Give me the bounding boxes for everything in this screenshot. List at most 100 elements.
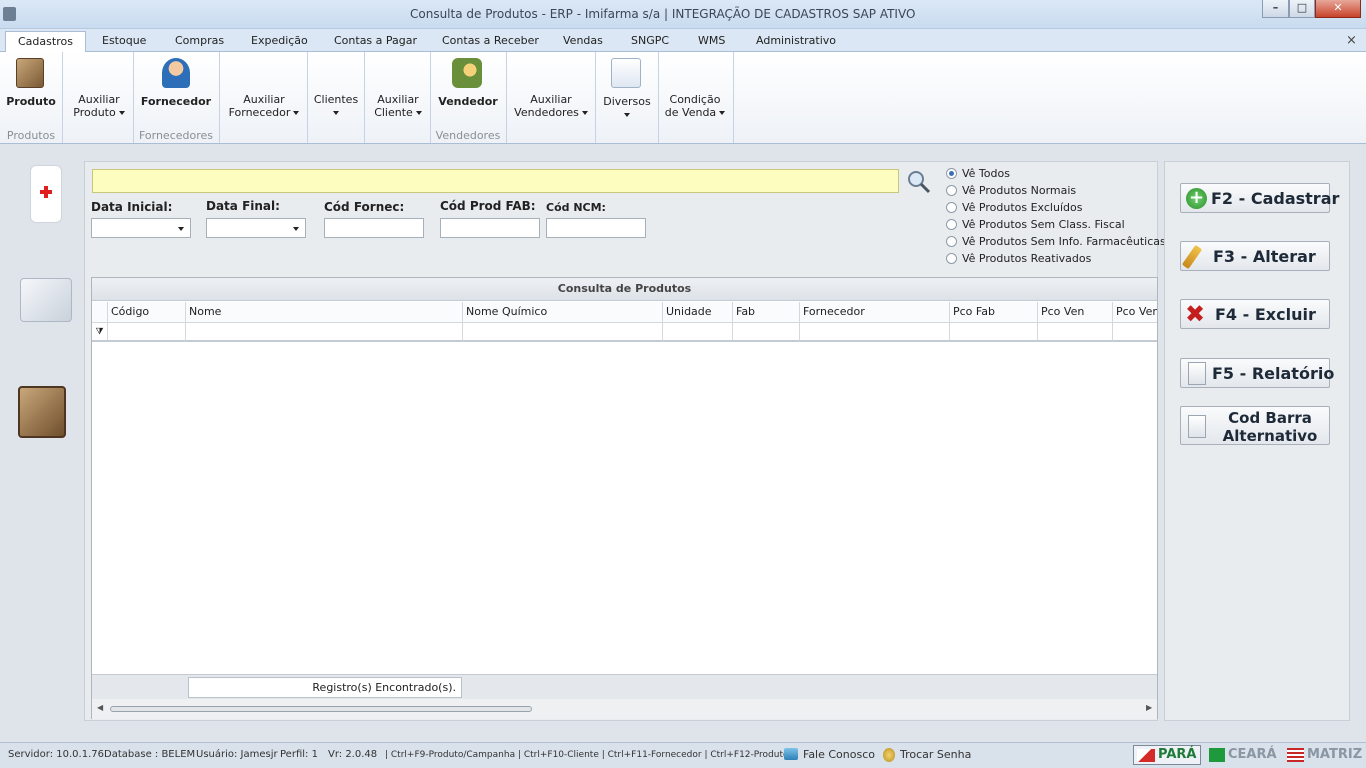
salesperson-icon (452, 58, 482, 88)
filter-cell-nome[interactable] (186, 322, 463, 342)
column-header-pco-venda[interactable]: Pco Venda (1113, 302, 1157, 322)
left-sidebar (0, 150, 82, 740)
tab-cadastros[interactable]: Cadastros (5, 31, 86, 52)
auxiliar-produto-button[interactable]: Auxiliar Produto (68, 93, 130, 119)
search-input[interactable] (92, 169, 899, 193)
filter-cell-codigo[interactable] (108, 322, 186, 342)
radio-ve-produtos-sem-class-fiscal[interactable]: Vê Produtos Sem Class. Fiscal (946, 218, 1125, 231)
chevron-down-icon (415, 111, 422, 115)
grid-footer: Registro(s) Encontrado(s). (92, 674, 1157, 699)
cod-barra-alternativo-button[interactable]: Cod Barra Alternativo (1180, 406, 1330, 445)
tab-expedicao[interactable]: Expedição (251, 31, 308, 52)
auxiliar-vendedores-label-1: Auxiliar (530, 93, 572, 106)
auxiliar-vendedores-button[interactable]: Auxiliar Vendedores (510, 93, 592, 119)
column-header-pco-ven[interactable]: Pco Ven (1038, 302, 1113, 322)
relatorio-button[interactable]: F5 - Relatório (1180, 358, 1334, 388)
scroll-left-icon[interactable]: ◀ (97, 703, 103, 712)
cadastrar-button[interactable]: + F2 - Cadastrar (1180, 183, 1339, 213)
para-flag-icon (1137, 749, 1155, 762)
produto-button[interactable]: Produto (4, 54, 58, 112)
grid-title: Consulta de Produtos (92, 278, 1157, 301)
radio-unchecked-icon (946, 219, 957, 230)
row-indicator-header (92, 302, 108, 322)
chevron-down-icon (118, 111, 125, 115)
tab-sngpc[interactable]: SNGPC (631, 31, 669, 52)
cod-barra-label-2: Alternativo (1222, 427, 1318, 445)
search-icon[interactable] (907, 170, 931, 194)
column-header-fab[interactable]: Fab (733, 302, 800, 322)
column-header-codigo[interactable]: Código (108, 302, 186, 322)
tab-administrativo[interactable]: Administrativo (756, 31, 836, 52)
notepad-icon (611, 58, 641, 88)
medicine-bottle-icon[interactable] (30, 165, 62, 223)
radio-ve-produtos-excluidos[interactable]: Vê Produtos Excluídos (946, 201, 1082, 214)
data-inicial-label: Data Inicial: (91, 200, 173, 214)
column-header-fornecedor[interactable]: Fornecedor (800, 302, 950, 322)
maximize-button[interactable]: □ (1289, 0, 1315, 18)
delete-x-icon: ✖ (1185, 300, 1206, 328)
vendedor-button[interactable]: Vendedor (434, 54, 502, 112)
condicao-de-venda-button[interactable]: Condição de Venda (662, 93, 728, 119)
filter-cell-pco-ven[interactable] (1038, 322, 1113, 342)
radio-unchecked-icon (946, 236, 957, 247)
scrollbar-thumb[interactable] (110, 706, 532, 712)
box-icon[interactable] (18, 386, 66, 438)
close-button[interactable]: ✕ (1315, 0, 1361, 18)
tab-contas-a-pagar[interactable]: Contas a Pagar (334, 31, 417, 52)
radio-label: Vê Produtos Sem Class. Fiscal (962, 218, 1125, 231)
column-header-nome[interactable]: Nome (186, 302, 463, 322)
auxiliar-produto-label-2: Produto (73, 106, 116, 119)
horizontal-scrollbar[interactable]: ◀ ▶ (92, 699, 1157, 719)
box-icon (16, 58, 44, 88)
tab-compras[interactable]: Compras (175, 31, 224, 52)
group-produtos: Produtos (6, 129, 56, 142)
auxiliar-fornecedor-button[interactable]: Auxiliar Fornecedor (224, 93, 304, 119)
radio-ve-produtos-normais[interactable]: Vê Produtos Normais (946, 184, 1076, 197)
scroll-right-icon[interactable]: ▶ (1146, 703, 1152, 712)
tab-estoque[interactable]: Estoque (102, 31, 146, 52)
filter-cell-unidade[interactable] (663, 322, 733, 342)
cod-fornec-field[interactable] (324, 218, 424, 238)
radio-label: Vê Produtos Reativados (962, 252, 1092, 265)
state-ceara-button[interactable]: CEARÁ (1208, 745, 1278, 765)
cod-ncm-field[interactable] (546, 218, 646, 238)
condicao-label-1: Condição (669, 93, 721, 106)
state-para-button[interactable]: PARÁ (1133, 745, 1201, 765)
data-final-field[interactable] (206, 218, 306, 238)
column-header-pco-fab[interactable]: Pco Fab (950, 302, 1038, 322)
tab-vendas[interactable]: Vendas (563, 31, 603, 52)
filter-cell-pco-venda[interactable] (1113, 322, 1157, 342)
auxiliar-produto-label-1: Auxiliar (78, 93, 120, 106)
trocar-senha-link[interactable]: Trocar Senha (900, 748, 971, 761)
filter-cell-pco-fab[interactable] (950, 322, 1038, 342)
tab-contas-a-receber[interactable]: Contas a Receber (442, 31, 539, 52)
filter-cell-fornecedor[interactable] (800, 322, 950, 342)
filter-icon[interactable]: ⧩ (92, 322, 108, 342)
excluir-button[interactable]: ✖ F4 - Excluir (1180, 299, 1330, 329)
products-grid[interactable]: Consulta de Produtos Código Nome Nome Qu… (91, 277, 1158, 719)
radio-ve-produtos-sem-info-farmaceuticas[interactable]: Vê Produtos Sem Info. Farmacêuticas (946, 235, 1166, 248)
radio-ve-todos[interactable]: Vê Todos (946, 167, 1010, 180)
column-header-nome-quimico[interactable]: Nome Químico (463, 302, 663, 322)
fale-conosco-link[interactable]: Fale Conosco (803, 748, 875, 761)
add-icon: + (1186, 188, 1207, 209)
app-icon[interactable] (3, 7, 16, 21)
radio-ve-produtos-reativados[interactable]: Vê Produtos Reativados (946, 252, 1091, 265)
column-header-unidade[interactable]: Unidade (663, 302, 733, 322)
filter-cell-fab[interactable] (733, 322, 800, 342)
tab-wms[interactable]: WMS (698, 31, 725, 52)
auxiliar-cliente-button[interactable]: Auxiliar Cliente (368, 93, 428, 119)
data-inicial-field[interactable] (91, 218, 191, 238)
state-matriz-button[interactable]: MATRIZ (1286, 745, 1362, 765)
cadastrar-label: F2 - Cadastrar (1211, 189, 1340, 208)
fornecedor-button[interactable]: Fornecedor (138, 54, 214, 112)
pharmacy-products-icon[interactable] (20, 278, 72, 322)
alterar-button[interactable]: F3 - Alterar (1180, 241, 1330, 271)
clientes-button[interactable]: Clientes (311, 93, 361, 119)
mdi-close-icon[interactable]: × (1346, 33, 1357, 48)
report-icon (1188, 415, 1206, 438)
cod-prod-fab-field[interactable] (440, 218, 540, 238)
diversos-button[interactable]: Diversos (600, 54, 654, 124)
minimize-button[interactable]: – (1262, 0, 1289, 18)
filter-cell-nome-quimico[interactable] (463, 322, 663, 342)
